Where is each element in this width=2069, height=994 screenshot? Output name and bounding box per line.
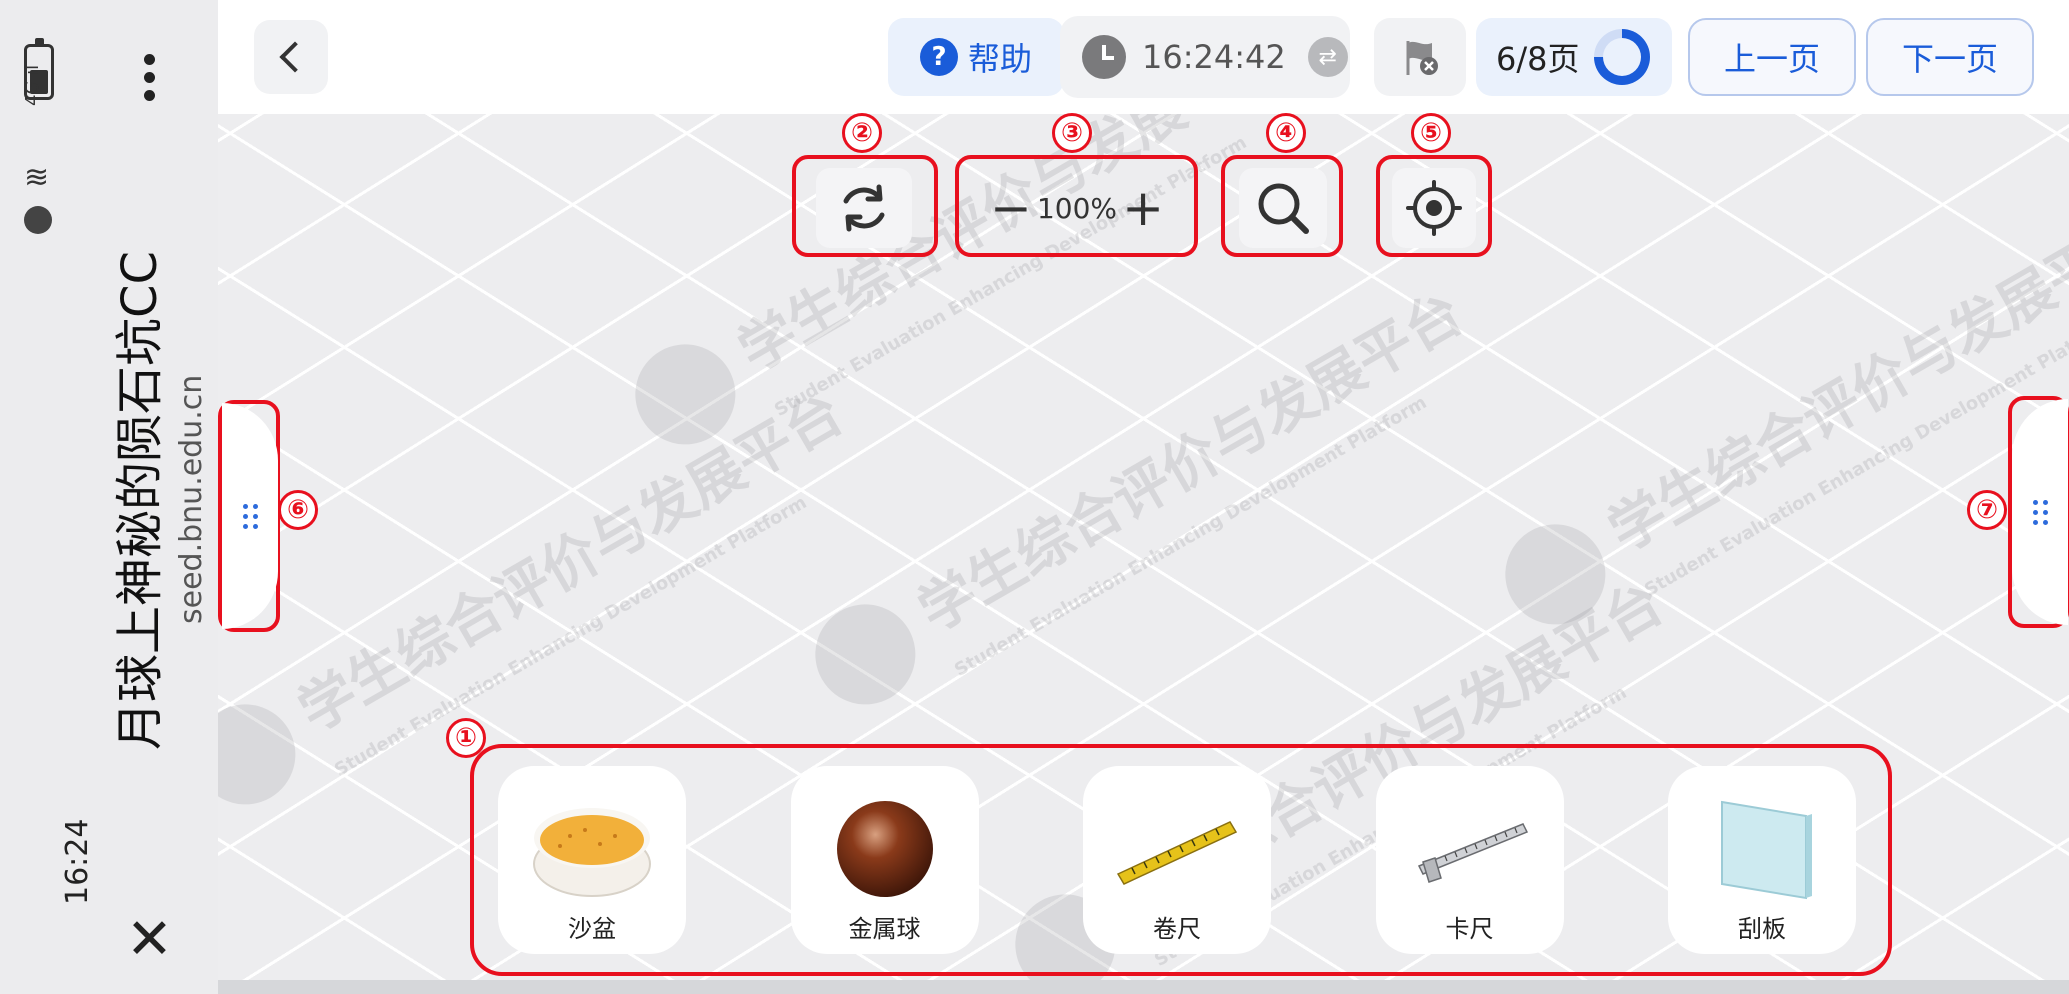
help-label: 帮助 — [967, 40, 1032, 78]
system-status-rail: 4G ıl ≋ 月球上神秘的陨石坑CC seed.bnu.edu.cn 16:2… — [0, 0, 218, 994]
item-label: 金属球 — [848, 915, 921, 943]
close-icon[interactable]: ✕ — [126, 912, 173, 968]
top-bar: ? 帮助 16:24:42 ⇄ 6/8页 上一页 下一页 — [218, 0, 2069, 114]
grip-icon — [242, 503, 258, 529]
item-caliper[interactable]: 卡尺 — [1375, 766, 1564, 954]
help-icon: ? — [919, 38, 958, 76]
help-button[interactable]: ? 帮助 — [888, 18, 1064, 96]
signal-icon: 4G ıl — [22, 64, 43, 106]
more-options-icon[interactable] — [139, 54, 159, 112]
item-tray: 沙盆 金属球 卷尺 卡尺 刮板 — [498, 766, 1856, 954]
flag-icon — [1406, 41, 1438, 75]
next-page-button[interactable]: 下一页 — [1866, 18, 2034, 96]
zoom-level: 100% — [1036, 191, 1118, 225]
page-indicator: 6/8页 — [1476, 18, 1672, 96]
timer-value: 16:24:42 — [1142, 38, 1286, 76]
annotation-7: ⑦ — [1967, 490, 2007, 530]
timer: 16:24:42 ⇄ — [1060, 16, 1350, 98]
item-label: 卡尺 — [1445, 915, 1494, 943]
clock-time: 16:24 — [60, 818, 95, 905]
right-drawer-handle[interactable] — [2012, 399, 2068, 625]
annotation-5: ⑤ — [1411, 113, 1451, 153]
reset-button[interactable] — [816, 168, 912, 248]
search-icon — [1258, 183, 1309, 234]
item-scraper[interactable]: 刮板 — [1668, 766, 1856, 954]
watermark: 学生综合评价与发展平台Student Evaluation Enhancing … — [797, 268, 1495, 741]
caliper-icon — [1417, 823, 1528, 883]
item-metal-ball[interactable]: 金属球 — [790, 766, 979, 954]
progress-ring-icon — [1593, 29, 1650, 85]
swap-icon[interactable]: ⇄ — [1307, 37, 1348, 77]
metal-ball-icon — [836, 801, 933, 897]
zoom-out-button[interactable]: − — [990, 183, 1032, 233]
eye-comfort-icon — [24, 206, 52, 234]
annotation-3: ③ — [1052, 113, 1092, 153]
item-label: 卷尺 — [1153, 915, 1201, 943]
scraper-icon — [1721, 800, 1812, 900]
watermark: 学生综合评价与发展平台Student Evaluation Enhancing … — [1487, 188, 2069, 661]
item-sand-basin[interactable]: 沙盆 — [498, 766, 686, 954]
clock-icon — [1082, 35, 1126, 79]
grip-icon — [2032, 499, 2048, 525]
bottom-scroll-strip — [218, 980, 2069, 994]
page-url: seed.bnu.edu.cn — [174, 374, 209, 624]
locate-button[interactable] — [1392, 168, 1476, 248]
zoom-in-button[interactable]: + — [1122, 183, 1164, 233]
sand-basin-icon — [533, 808, 651, 897]
page-count: 6/8页 — [1496, 40, 1580, 78]
prev-page-button[interactable]: 上一页 — [1688, 18, 1856, 96]
search-button[interactable] — [1239, 168, 1327, 248]
page-title: 月球上神秘的陨石坑CC — [112, 250, 168, 750]
crosshair-icon — [1406, 180, 1462, 236]
tape-measure-icon — [1116, 821, 1238, 885]
chevron-left-icon — [279, 41, 311, 73]
item-label: 刮板 — [1738, 915, 1786, 943]
refresh-icon — [843, 184, 885, 232]
annotation-2: ② — [842, 113, 882, 153]
annotation-6: ⑥ — [278, 490, 318, 530]
wifi-icon: ≋ — [24, 160, 50, 195]
flag-button[interactable] — [1374, 18, 1466, 96]
back-button[interactable] — [254, 20, 328, 94]
left-drawer-handle[interactable] — [222, 403, 278, 629]
item-tape-measure[interactable]: 卷尺 — [1083, 766, 1271, 954]
item-label: 沙盆 — [568, 915, 616, 943]
zoom-control: − 100% + — [968, 168, 1186, 248]
annotation-4: ④ — [1266, 113, 1306, 153]
